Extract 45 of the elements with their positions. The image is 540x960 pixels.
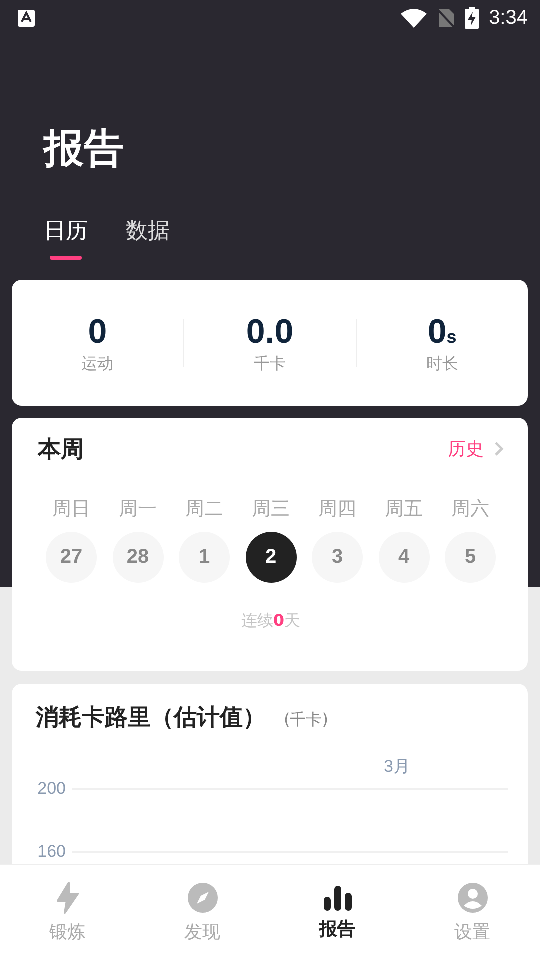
battery-charging-icon xyxy=(465,7,480,29)
axis-label: 160 xyxy=(36,842,66,862)
weekday-label: 周日 xyxy=(52,497,90,522)
stat-label: 运动 xyxy=(82,354,114,374)
stat-label: 千卡 xyxy=(254,354,286,374)
lightning-icon xyxy=(54,882,80,914)
section-title: 消耗卡路里（估计值） xyxy=(36,704,266,733)
weekday-label: 周五 xyxy=(385,497,423,522)
stat-label: 时长 xyxy=(426,354,458,374)
weekday-label: 周四 xyxy=(318,497,356,522)
profile-icon xyxy=(456,882,488,914)
date-button[interactable]: 2 xyxy=(246,532,296,583)
history-link[interactable]: 历史 xyxy=(448,437,504,461)
nav-item[interactable]: 发现 xyxy=(135,865,270,960)
date-button[interactable]: 3 xyxy=(312,532,363,583)
stat-value: 0.0 xyxy=(246,312,294,352)
unit-label: (千卡) xyxy=(284,710,328,731)
keyboard-app-icon xyxy=(18,10,35,26)
stat-value: 0 xyxy=(88,312,108,352)
month-label: 3月 xyxy=(384,756,412,778)
clock-time: 3:34 xyxy=(489,6,528,30)
date-button[interactable]: 27 xyxy=(46,532,97,583)
nav-item[interactable]: 设置 xyxy=(405,865,540,960)
weekday-label: 周二 xyxy=(186,497,224,522)
stat-value: 0s xyxy=(428,312,457,352)
nav-item[interactable]: 锻炼 xyxy=(0,865,135,960)
streak-text: 连续0天 xyxy=(240,611,302,632)
no-sim-icon xyxy=(437,8,456,28)
chevron-right-icon xyxy=(494,441,504,457)
date-button[interactable]: 1 xyxy=(179,532,230,583)
date-button[interactable]: 28 xyxy=(112,532,164,583)
weekday-label: 周一 xyxy=(119,497,157,522)
weekday-label: 周三 xyxy=(252,497,290,522)
nav-item[interactable]: 报告 xyxy=(270,865,405,960)
tab[interactable]: 日历 xyxy=(44,216,88,274)
page-title: 报告 xyxy=(44,125,125,174)
weekday-label: 周六 xyxy=(452,497,490,522)
compass-icon xyxy=(186,882,218,914)
axis-label: 200 xyxy=(36,779,66,799)
bar-chart-icon xyxy=(322,884,352,910)
wifi-icon xyxy=(401,8,428,28)
date-button[interactable]: 4 xyxy=(378,532,430,583)
date-button[interactable]: 5 xyxy=(445,532,496,583)
section-title: 本周 xyxy=(38,436,85,464)
tab[interactable]: 数据 xyxy=(126,216,170,274)
